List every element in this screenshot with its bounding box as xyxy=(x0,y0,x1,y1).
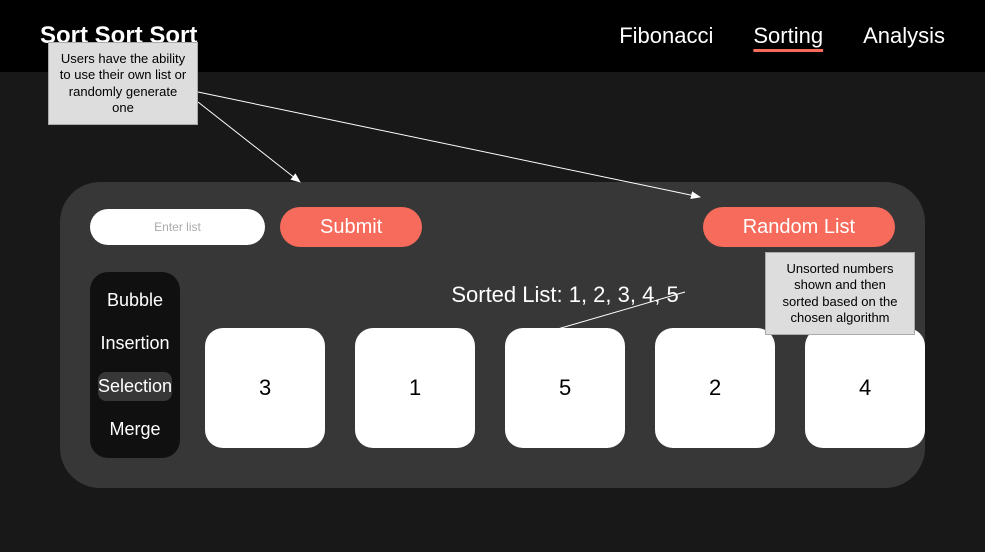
main: Users have the ability to use their own … xyxy=(0,72,985,528)
nav-analysis[interactable]: Analysis xyxy=(863,23,945,49)
submit-button[interactable]: Submit xyxy=(280,207,422,247)
cards-row: 3 1 5 2 4 xyxy=(205,328,925,448)
algorithm-list: Bubble Insertion Selection Merge xyxy=(90,272,180,458)
card: 5 xyxy=(505,328,625,448)
card: 2 xyxy=(655,328,775,448)
callout-cards: Unsorted numbers shown and then sorted b… xyxy=(765,252,915,335)
algo-insertion[interactable]: Insertion xyxy=(98,329,172,358)
nav-fibonacci[interactable]: Fibonacci xyxy=(619,23,713,49)
nav-sorting[interactable]: Sorting xyxy=(753,23,823,49)
card: 1 xyxy=(355,328,475,448)
callout-input: Users have the ability to use their own … xyxy=(48,42,198,125)
nav: Fibonacci Sorting Analysis xyxy=(619,23,945,49)
controls-row: Submit Random List xyxy=(90,207,895,247)
random-list-button[interactable]: Random List xyxy=(703,207,895,247)
algo-bubble[interactable]: Bubble xyxy=(98,286,172,315)
panel: Submit Random List Bubble Insertion Sele… xyxy=(60,182,925,488)
algo-selection[interactable]: Selection xyxy=(98,372,172,401)
card: 3 xyxy=(205,328,325,448)
algo-merge[interactable]: Merge xyxy=(98,415,172,444)
list-input[interactable] xyxy=(90,209,265,245)
card: 4 xyxy=(805,328,925,448)
